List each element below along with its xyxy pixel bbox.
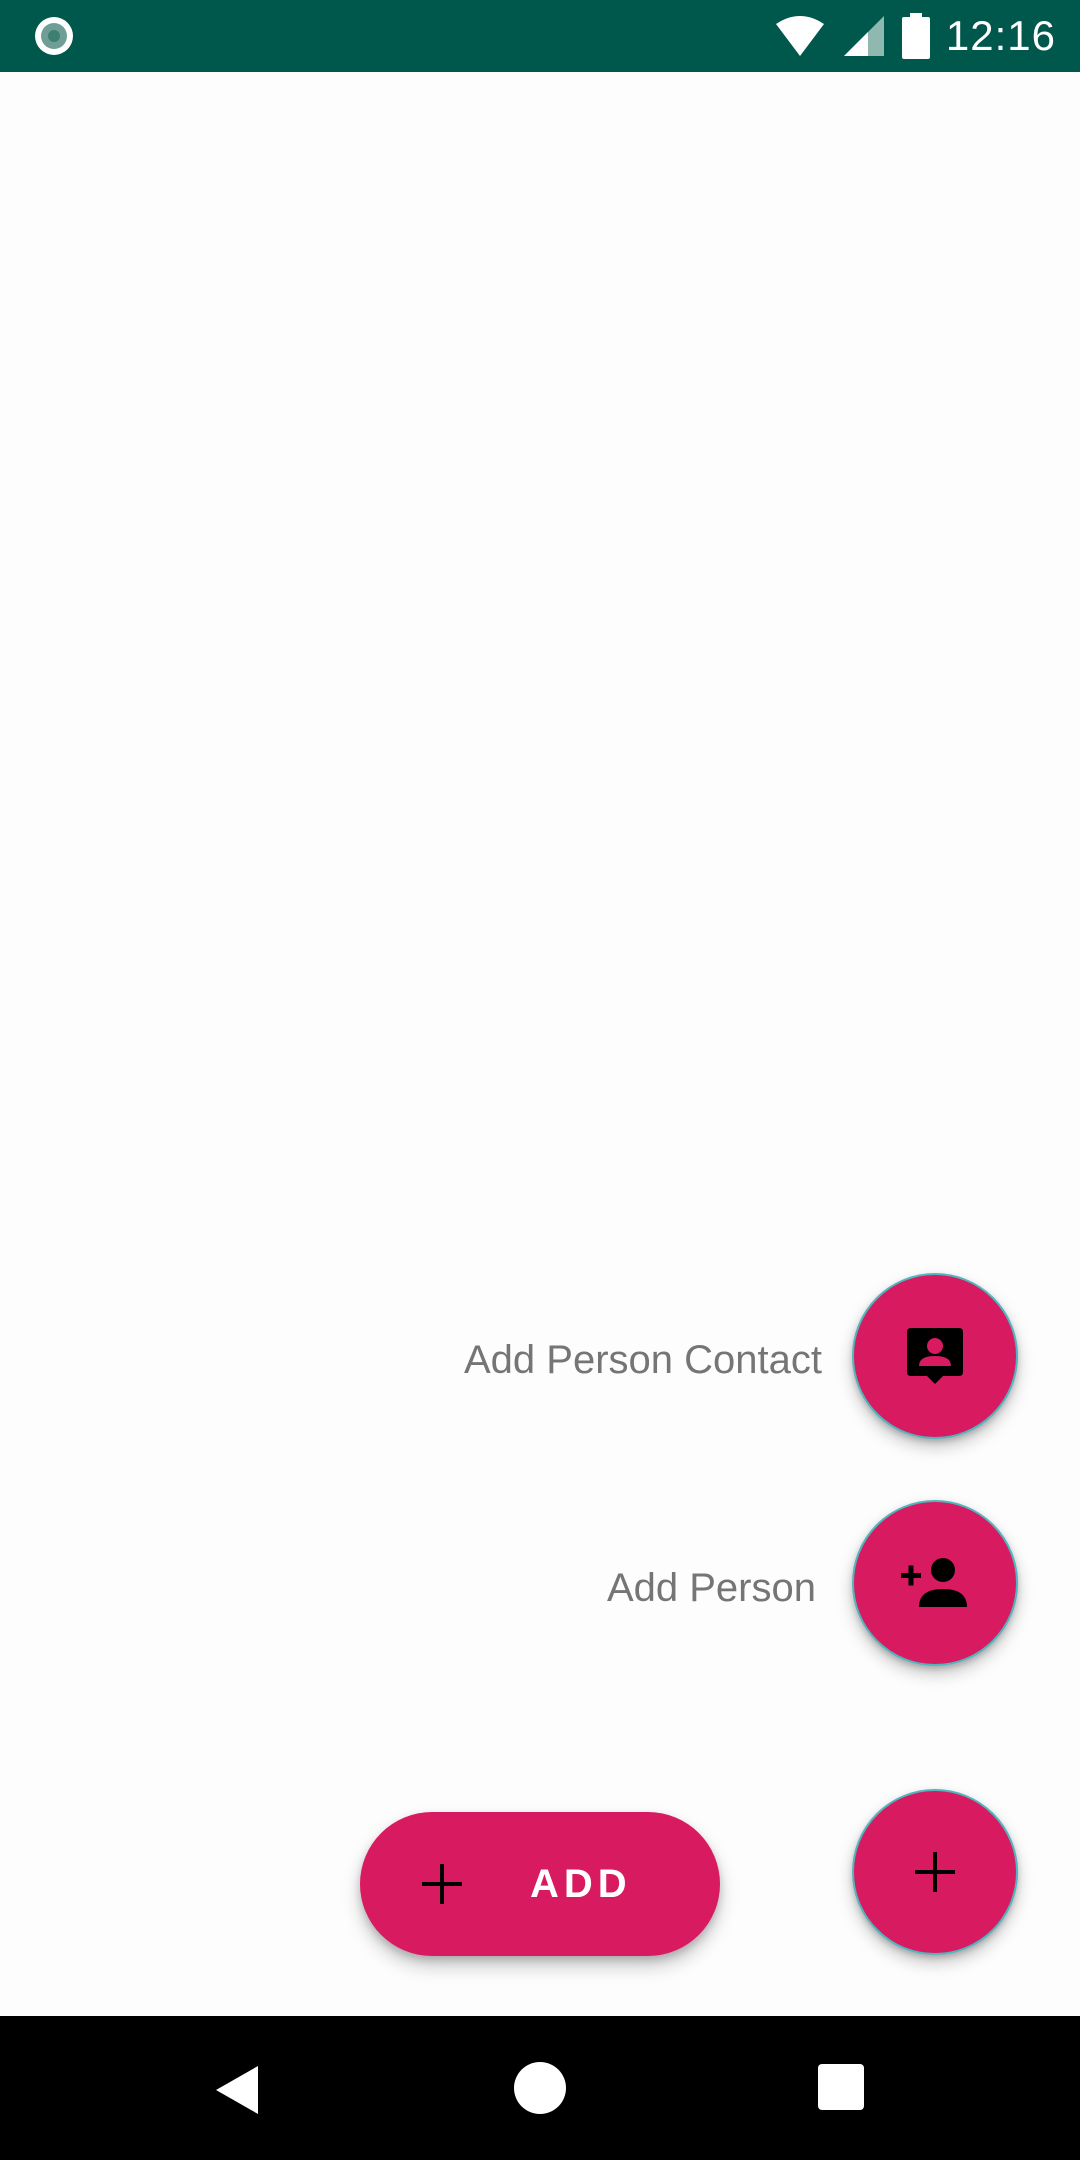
status-icons: 12:16 [774,0,1056,72]
battery-icon [901,13,930,59]
notification-circle-icon [35,17,73,55]
plus-icon [422,1864,462,1904]
add-extended-fab-label: ADD [530,1862,632,1906]
cellular-signal-icon [843,16,884,56]
main-add-fab[interactable] [852,1789,1018,1955]
navigation-bar [0,2016,1080,2160]
main-content [0,72,1080,2016]
status-bar: 12:16 [0,0,1080,72]
recents-icon[interactable] [818,2064,864,2110]
status-time: 12:16 [945,12,1056,59]
wifi-icon [775,16,824,56]
person-add-icon [901,1558,967,1607]
app-screen: 12:16 Add Person Contact Add Person ADD [0,0,1080,2160]
plus-icon [915,1852,955,1892]
add-person-button[interactable] [852,1500,1018,1666]
add-person-label: Add Person [606,1566,816,1610]
add-person-contact-label: Add Person Contact [464,1338,822,1382]
contact-card-icon [907,1328,963,1384]
add-person-contact-button[interactable] [852,1273,1018,1439]
home-icon[interactable] [514,2062,566,2114]
back-icon[interactable] [214,2064,260,2116]
add-extended-fab[interactable]: ADD [360,1812,720,1956]
